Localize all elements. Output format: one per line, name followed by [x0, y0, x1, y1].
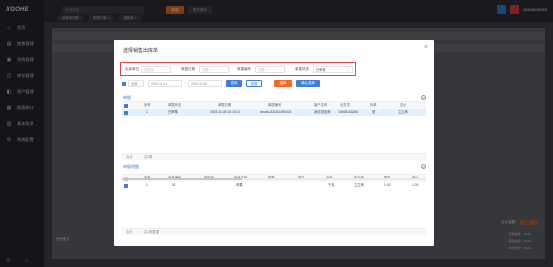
table-header: 序号 单据状态 单据日期 单据编号 客户名称 业务员 折单 总价	[122, 102, 426, 109]
filter-label-unit: 出库单位	[125, 67, 139, 71]
cell-batch: 立立商	[354, 183, 364, 187]
settings-icon[interactable]: ⚙	[421, 164, 426, 169]
horizontal-scrollbar[interactable]	[122, 178, 426, 180]
cell-quantity: 1.00	[384, 183, 391, 187]
status-select[interactable]: 已审核 ⌄	[313, 66, 353, 73]
cell-code: 01	[172, 183, 176, 187]
footer-sum: 合计	[126, 230, 133, 234]
modal-title: 选择销售出库单	[123, 48, 159, 54]
table-row[interactable]: 1 已审核 2023-11-08 10:15:11 xssdd-20231108…	[122, 109, 426, 116]
select-all-checkbox[interactable]	[124, 103, 128, 108]
cell-status: 已审核	[168, 110, 178, 114]
col-number: 单据编号	[268, 103, 282, 107]
cell-price: 1.00	[412, 183, 419, 187]
date-separator: ~	[184, 81, 186, 85]
settings-icon[interactable]: ⚙	[421, 95, 426, 100]
cell-number: xssdd-202311080004	[260, 110, 292, 114]
filter-area: 出库单位 请选择 单据日期 请输入 单据编号 请输入 单据状态 已审核 ⌄	[120, 62, 356, 76]
cell-name: 苹果	[236, 183, 243, 187]
col-date: 单据日期	[218, 103, 232, 107]
filter-label-date: 单据日期	[181, 67, 195, 71]
close-icon[interactable]: ×	[424, 44, 428, 51]
col-status: 单据状态	[168, 103, 182, 107]
footer-count: 共1条数据	[144, 230, 160, 234]
table-footer: 合计 共1条数据	[122, 228, 426, 235]
cell-index: 1	[146, 183, 148, 187]
filter-label-number: 单据编号	[237, 67, 251, 71]
cell-split: 是	[372, 110, 376, 114]
footer-sum: 合计	[126, 155, 133, 159]
date-from-field[interactable]: 2023-11-01	[148, 80, 182, 87]
reset-button[interactable]: 重置	[246, 80, 262, 87]
table-footer: 合计 共1条	[122, 153, 426, 160]
col-salesman: 业务员	[340, 103, 350, 107]
col-split: 折单	[370, 103, 377, 107]
row-checkbox[interactable]	[124, 110, 128, 115]
query-button[interactable]: 查询	[226, 80, 242, 87]
row-checkbox[interactable]	[124, 183, 128, 188]
date-filter-checkbox[interactable]	[122, 81, 126, 86]
cell-index: 1	[146, 110, 148, 114]
col-total: 总价	[400, 103, 407, 107]
select-button[interactable]: 选择	[274, 80, 292, 87]
date-field[interactable]: 请输入	[199, 66, 229, 73]
query-row: 全部 2023-11-01 ~ 2023-11-30 查询 重置 选择 确认选择	[122, 80, 426, 88]
detail-table: 序号 商品编码 条形码 商品名称 规格 单位 仓库 批次号 数量 单价 1 01…	[122, 174, 426, 235]
number-field[interactable]: 请输入	[255, 66, 285, 73]
col-customer: 客户名称	[314, 103, 328, 107]
confirm-select-button[interactable]: 确认选择	[296, 80, 320, 87]
unit-field[interactable]: 请选择	[141, 66, 171, 73]
date-type-select[interactable]: 全部	[128, 80, 144, 87]
cell-warehouse: 千克	[328, 183, 335, 187]
cell-customer: 测试供应商	[314, 110, 331, 114]
filter-label-status: 单据状态	[295, 67, 309, 71]
cell-salesman: 15468116265	[338, 110, 358, 114]
cell-date: 2023-11-08 10:15:11	[210, 110, 241, 114]
section-title-detail: 单据明细	[123, 164, 139, 169]
select-outbound-modal: 选择销售出库单 × 出库单位 请选择 单据日期 请输入 单据编号 请输入 单据状…	[114, 40, 434, 246]
chevron-down-icon: ⌄	[347, 68, 350, 72]
col-index: 序号	[144, 103, 151, 107]
cell-total: 立立商	[398, 110, 408, 114]
table-row[interactable]: 1 01 苹果 千克 立立商 1.00 1.00	[122, 182, 426, 189]
date-to-field[interactable]: 2023-11-30	[188, 80, 222, 87]
scrollbar-thumb[interactable]	[122, 178, 242, 180]
document-table: 序号 单据状态 单据日期 单据编号 客户名称 业务员 折单 总价 1 已审核 2…	[122, 101, 426, 160]
footer-count: 共1条	[144, 155, 153, 159]
